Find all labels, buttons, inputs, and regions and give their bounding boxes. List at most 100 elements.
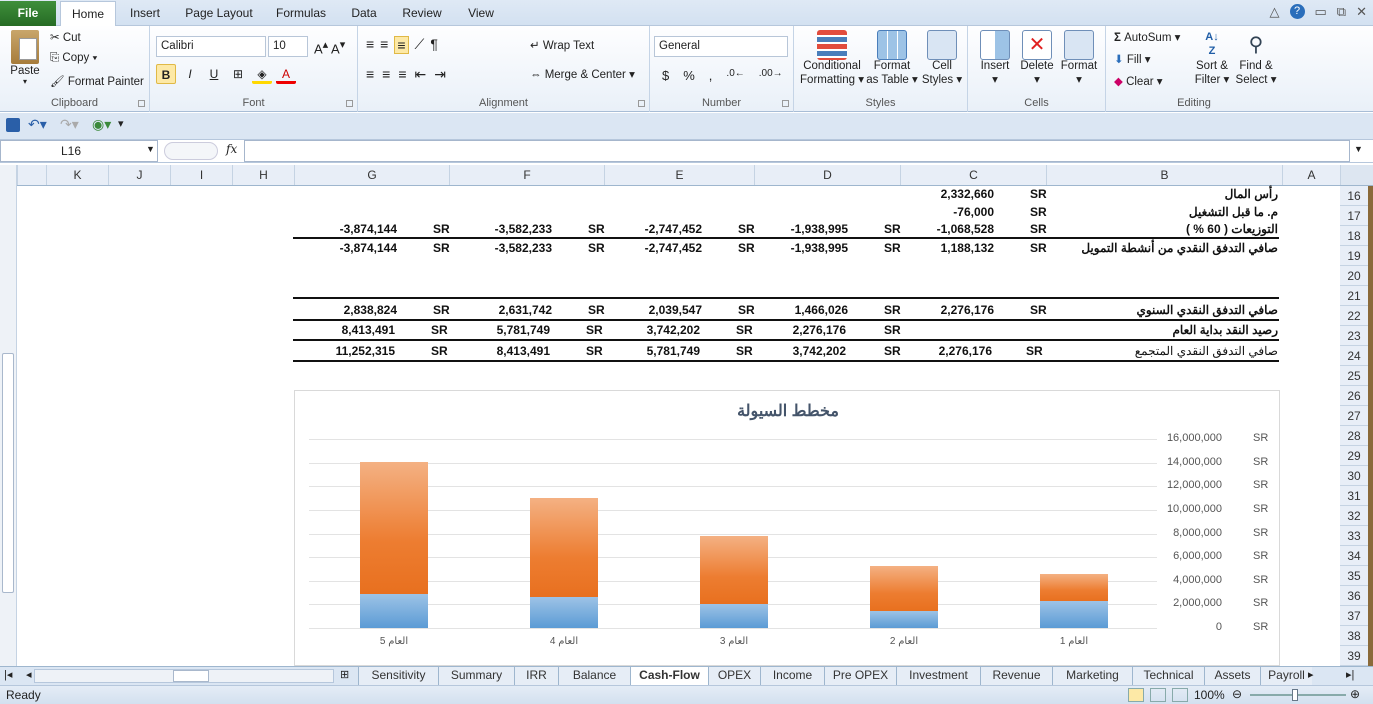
cell-sr[interactable]: SR	[736, 320, 753, 340]
paste-button[interactable]: Paste ▾	[8, 30, 42, 86]
first-sheet-icon[interactable]: |◂	[4, 668, 12, 681]
insert-sheet-icon[interactable]: ⊞	[340, 668, 349, 681]
sheet-tab[interactable]: Cash-Flow	[630, 667, 708, 685]
sheet-tab[interactable]: Income	[760, 667, 824, 685]
sheet-tab[interactable]: Technical	[1132, 667, 1204, 685]
bold-button[interactable]: B	[156, 64, 176, 84]
number-format-select[interactable]: General	[654, 36, 788, 57]
bar-segment[interactable]	[700, 603, 768, 628]
sheet-tab[interactable]: Pre OPEX	[824, 667, 896, 685]
row-header[interactable]: 20	[1340, 266, 1368, 286]
find-select-button[interactable]: ⚲ Find & Select ▾	[1234, 30, 1278, 86]
select-all-corner[interactable]	[1340, 165, 1373, 185]
column-header-g[interactable]: G	[294, 165, 449, 185]
row-header[interactable]: 28	[1340, 426, 1368, 446]
cell-sr[interactable]: SR	[431, 320, 448, 340]
sheet-tab[interactable]: Investment	[896, 667, 980, 685]
cell-b22[interactable]: صافي التدفق النقدي السنوي	[1060, 300, 1278, 320]
format-painter-button[interactable]: 🖌 Format Painter	[50, 74, 144, 88]
zoom-out-icon[interactable]: ⊖	[1232, 687, 1242, 701]
cell-c16[interactable]: 2,332,660	[900, 184, 994, 204]
cell-g19[interactable]: -3,874,144	[294, 238, 397, 258]
sheet-tab[interactable]: IRR	[514, 667, 558, 685]
tab-page-layout[interactable]: Page Layout	[178, 1, 260, 26]
row-header[interactable]: 34	[1340, 546, 1368, 566]
column-header-a[interactable]: A	[1282, 165, 1340, 185]
align-right-icon[interactable]: ≡	[398, 66, 406, 83]
bar-segment[interactable]	[700, 535, 768, 604]
cell-c19[interactable]: 1,188,132	[900, 238, 994, 258]
orientation-icon[interactable]: ⟋	[415, 36, 425, 54]
row-header[interactable]: 24	[1340, 346, 1368, 366]
globe-icon[interactable]: ◉▾	[92, 116, 111, 133]
cell-sr[interactable]: SR	[1030, 219, 1047, 239]
cell-sr[interactable]: SR	[738, 300, 755, 320]
cell-b18[interactable]: التوزيعات ( 60 % )	[1060, 219, 1278, 239]
dialog-launcher-icon[interactable]	[782, 100, 789, 107]
column-header-h[interactable]: H	[232, 165, 294, 185]
cell-d18[interactable]: -1,938,995	[754, 219, 848, 239]
cell-f24[interactable]: 8,413,491	[449, 341, 550, 361]
formula-input[interactable]	[244, 140, 1350, 162]
row-header[interactable]: 26	[1340, 386, 1368, 406]
cell-sr[interactable]: SR	[433, 300, 450, 320]
cell-d23[interactable]: 2,276,176	[754, 320, 846, 340]
decrease-indent-icon[interactable]: ⇤	[415, 66, 427, 83]
bar-segment[interactable]	[530, 596, 598, 628]
cell-sr[interactable]: SR	[1030, 300, 1047, 320]
cell-sr[interactable]: SR	[1030, 238, 1047, 258]
decrease-decimal-icon[interactable]: .00→	[759, 68, 783, 83]
cell-b23[interactable]: رصيد النقد بداية العام	[1060, 320, 1279, 340]
row-header[interactable]: 36	[1340, 586, 1368, 606]
percent-button[interactable]: %	[683, 68, 695, 83]
last-sheet-icon[interactable]: ▸|	[1346, 668, 1354, 681]
expand-formula-bar-icon[interactable]: ▼	[1354, 144, 1363, 154]
name-box[interactable]: L16	[0, 140, 158, 162]
zoom-slider-thumb[interactable]	[1292, 689, 1298, 701]
sheet-tab[interactable]: Payroll	[1260, 667, 1312, 685]
row-header[interactable]: 21	[1340, 286, 1368, 306]
restore-icon[interactable]: ⧉	[1337, 4, 1346, 20]
cell-d19[interactable]: -1,938,995	[754, 238, 848, 258]
cell-c22[interactable]: 2,276,176	[900, 300, 994, 320]
underline-button[interactable]: U	[204, 64, 224, 84]
cell-sr[interactable]: SR	[884, 219, 901, 239]
cell-sr[interactable]: SR	[433, 238, 450, 258]
insert-cells-button[interactable]: Insert ▾	[974, 30, 1016, 86]
scrollbar-thumb[interactable]	[2, 353, 14, 593]
page-layout-view-icon[interactable]	[1150, 688, 1166, 702]
close-icon[interactable]: ✕	[1356, 4, 1367, 20]
row-header[interactable]: 16	[1340, 186, 1368, 206]
cell-g23[interactable]: 8,413,491	[294, 320, 395, 340]
cell-styles-button[interactable]: Cell Styles ▾	[920, 30, 964, 86]
row-header[interactable]: 25	[1340, 366, 1368, 386]
row-header[interactable]: 23	[1340, 326, 1368, 346]
cell-sr[interactable]: SR	[884, 341, 901, 361]
comma-button[interactable]: ,	[709, 68, 713, 83]
sheet-tab[interactable]: Balance	[558, 667, 630, 685]
cell-b16[interactable]: رأس المال	[1060, 184, 1278, 204]
cell-f19[interactable]: -3,582,233	[449, 238, 552, 258]
cell-f23[interactable]: 5,781,749	[449, 320, 550, 340]
align-middle-icon[interactable]: ≡	[380, 36, 388, 54]
row-header[interactable]: 29	[1340, 446, 1368, 466]
cell-sr[interactable]: SR	[588, 219, 605, 239]
increase-indent-icon[interactable]: ⇥	[434, 66, 446, 83]
cell-e22[interactable]: 2,039,547	[604, 300, 702, 320]
row-header[interactable]: 39	[1340, 646, 1368, 666]
row-header[interactable]: 35	[1340, 566, 1368, 586]
dialog-launcher-icon[interactable]	[138, 100, 145, 107]
tab-view[interactable]: View	[458, 1, 504, 26]
currency-button[interactable]: $	[662, 68, 669, 83]
insert-function-icon[interactable]: fx	[226, 142, 237, 156]
sheet-tab[interactable]: Sensitivity	[358, 667, 438, 685]
column-header-j[interactable]: J	[108, 165, 170, 185]
autosum-button[interactable]: Σ AutoSum ▾	[1114, 30, 1180, 44]
save-icon[interactable]	[6, 118, 20, 132]
bar-segment[interactable]	[360, 594, 428, 628]
zoom-slider[interactable]	[1250, 694, 1346, 696]
cell-sr[interactable]: SR	[884, 238, 901, 258]
delete-cells-button[interactable]: ✕ Delete ▾	[1016, 30, 1058, 86]
tab-review[interactable]: Review	[394, 1, 450, 26]
cell-c24[interactable]: 2,276,176	[900, 341, 992, 361]
